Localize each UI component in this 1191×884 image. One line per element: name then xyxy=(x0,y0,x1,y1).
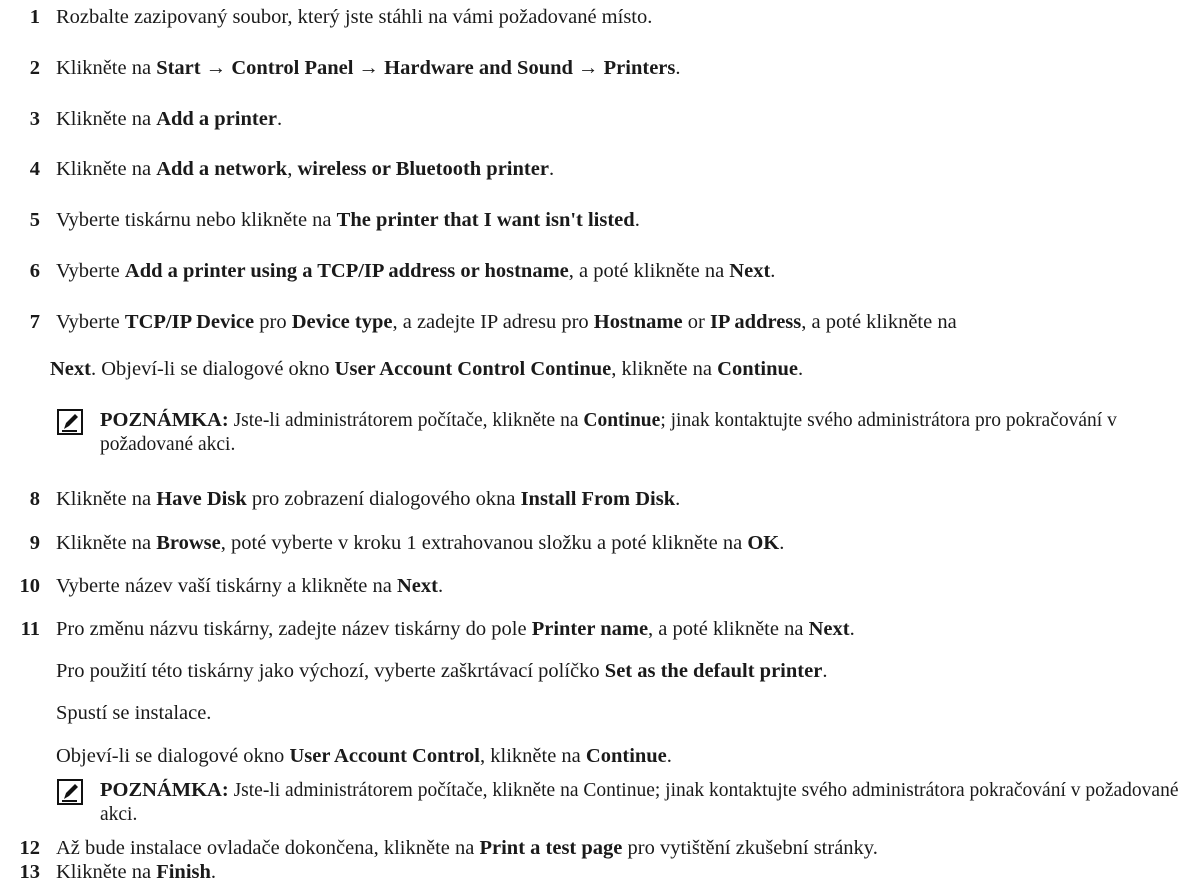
note-pencil-icon xyxy=(57,409,83,435)
text-run: , a zadejte IP adresu pro xyxy=(392,311,594,333)
bold-term: Device type xyxy=(291,311,393,333)
bold-term: Continue xyxy=(583,410,661,431)
text-run: Objeví-li se dialogové okno xyxy=(56,745,290,767)
bold-term: Printers xyxy=(603,57,676,79)
text-run: Jste-li administrátorem počítače, klikně… xyxy=(100,780,1179,825)
bold-term: IP address xyxy=(709,311,802,333)
bold-term: Printer name xyxy=(531,618,649,640)
text-run: Pro použití této tiskárny jako výchozí, … xyxy=(56,660,605,682)
text-run: Až bude instalace ovladače dokončena, kl… xyxy=(56,837,480,859)
text-run: Vyberte název vaší tiskárny a klikněte n… xyxy=(56,575,397,597)
text-run: Spustí se instalace. xyxy=(56,702,212,724)
bold-term: Continue xyxy=(717,358,799,380)
text-run: . xyxy=(210,861,217,883)
bold-term: Hostname xyxy=(593,311,683,333)
bold-term: Add a printer xyxy=(156,108,277,130)
text-run: , a poté klikněte na xyxy=(648,618,809,640)
text-run: Klikněte na xyxy=(56,57,157,79)
note-label: POZNÁMKA: xyxy=(100,779,229,801)
text-run: → xyxy=(353,57,385,79)
text-run: . xyxy=(276,108,283,130)
text-run: Jste-li administrátorem počítače, klikně… xyxy=(228,410,584,431)
bold-term: Hardware and Sound xyxy=(384,57,573,79)
text-run: . xyxy=(675,57,681,79)
text-run: Vyberte xyxy=(56,260,125,282)
bold-term: Install From Disk xyxy=(520,488,676,510)
bold-term: Next xyxy=(729,260,771,282)
text-run: Klikněte na xyxy=(56,158,157,180)
text-run: Klikněte na xyxy=(56,488,157,510)
bold-term: Next xyxy=(396,575,438,597)
text-run: , klikněte na xyxy=(480,745,586,767)
bold-term: Set as the default printer xyxy=(604,660,823,682)
bold-term: Next xyxy=(808,618,850,640)
text-run: . xyxy=(675,488,681,510)
bold-term: User Account Control xyxy=(289,745,481,767)
note-pencil-icon xyxy=(57,779,83,805)
document-page: 1 Rozbalte zazipovaný soubor, který jste… xyxy=(19,6,1179,883)
text-run: or xyxy=(682,311,710,333)
text-run: , poté vyberte v kroku 1 extrahovanou sl… xyxy=(220,532,748,554)
text-run: Pro změnu názvu tiskárny, zadejte název … xyxy=(56,618,532,640)
text-run: . Objeví-li se dialogové okno xyxy=(90,358,335,380)
text-run: . xyxy=(770,260,776,282)
text-run: , xyxy=(287,158,298,180)
bold-term: Control Panel xyxy=(231,57,354,79)
bold-term: User Account Control Continue xyxy=(334,358,612,380)
text-run: Vyberte tiskárnu nebo klikněte na xyxy=(56,209,337,231)
note-label: POZNÁMKA: xyxy=(100,409,229,431)
bold-term: Browse xyxy=(156,532,221,554)
text-run: . xyxy=(437,575,444,597)
bold-term: Print a test page xyxy=(479,837,623,859)
text-run: , a poté klikněte na xyxy=(568,260,730,282)
bold-term: Start xyxy=(156,57,201,79)
bold-term: TCP/IP Device xyxy=(124,311,255,333)
text-run: pro vytištění zkušební stránky. xyxy=(622,837,878,859)
text-run: , klikněte na xyxy=(611,358,718,380)
text-run: . xyxy=(779,532,785,554)
text-run: → xyxy=(200,57,232,79)
bold-term: OK xyxy=(747,532,780,554)
bold-term: Add a network xyxy=(156,158,288,180)
text-run: pro xyxy=(254,311,292,333)
text-run: Klikněte na xyxy=(56,108,157,130)
bold-term: Finish xyxy=(156,861,211,883)
text-run: . xyxy=(798,358,804,380)
text-run: . xyxy=(548,158,555,180)
bold-term: Add a printer using a TCP/IP address or … xyxy=(124,260,569,282)
text-run: Klikněte na xyxy=(56,532,157,554)
bold-term: Next xyxy=(50,358,91,380)
bold-term: Have Disk xyxy=(156,488,247,510)
text-run: Klikněte na xyxy=(56,861,157,883)
text-run: pro zobrazení dialogového okna xyxy=(246,488,521,510)
text-run: , a poté klikněte na xyxy=(801,311,957,333)
bold-term: wireless or Bluetooth printer xyxy=(297,158,549,180)
text-run: Rozbalte zazipovaný soubor, který jste s… xyxy=(56,6,653,28)
text-run: Vyberte xyxy=(56,311,125,333)
text-run: . xyxy=(634,209,640,231)
text-run: . xyxy=(666,745,672,767)
text-run: . xyxy=(849,618,855,640)
bold-term: Continue xyxy=(585,745,667,767)
text-run: . xyxy=(822,660,828,682)
text-run: → xyxy=(572,57,604,79)
bold-term: The printer that I want isn't listed xyxy=(336,209,635,231)
